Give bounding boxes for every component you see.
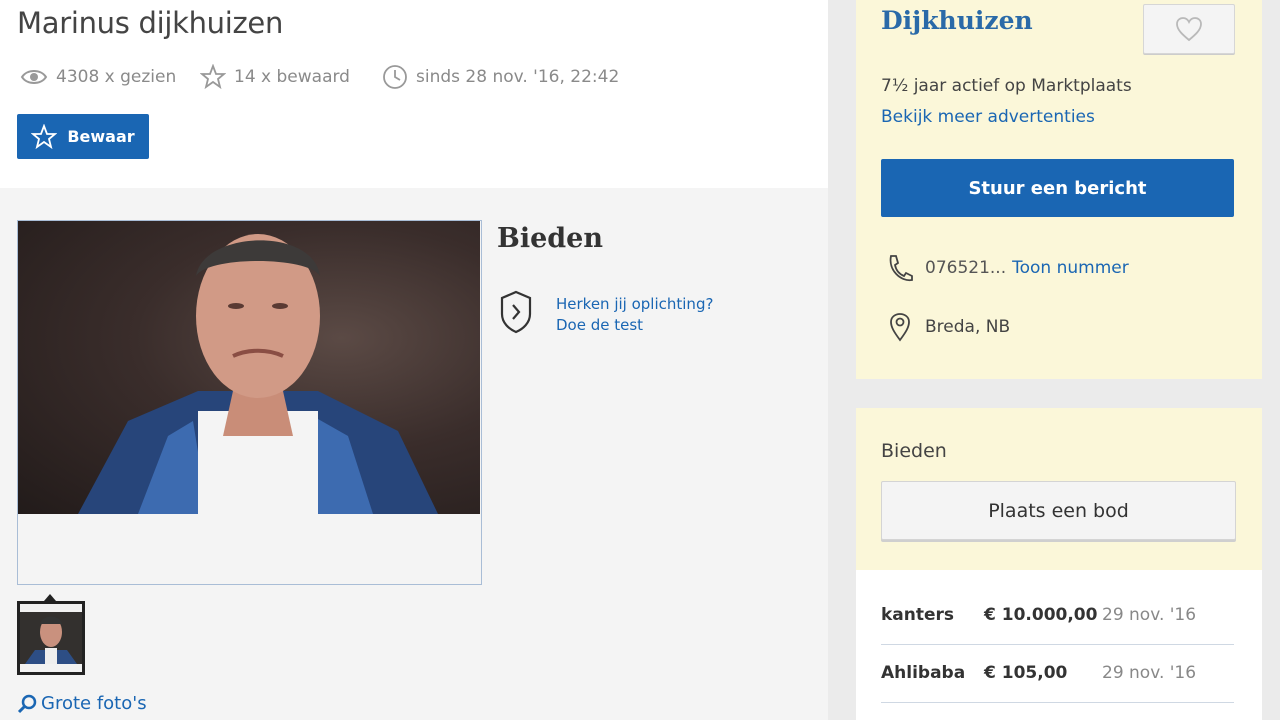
photo-portrait-illustration bbox=[78, 234, 438, 514]
bid-date: 29 nov. '16 bbox=[1102, 605, 1197, 625]
bid-row: kanters € 10.000,00 29 nov. '16 bbox=[881, 586, 1234, 645]
bid-amount: € 10.000,00 bbox=[984, 605, 1098, 625]
bid-date: 29 nov. '16 bbox=[1102, 663, 1197, 683]
phone-icon bbox=[889, 255, 913, 282]
heart-icon bbox=[1176, 17, 1202, 42]
thumbnail-portrait-illustration bbox=[20, 604, 82, 672]
star-icon bbox=[31, 123, 58, 149]
scam-test-line-1: Herken jij oplichting? bbox=[556, 295, 714, 313]
views-count: 4308 x gezien bbox=[56, 67, 177, 87]
bid-row: Ahlibaba € 105,00 29 nov. '16 bbox=[881, 644, 1234, 703]
save-button[interactable]: Bewaar bbox=[17, 114, 149, 159]
send-message-button[interactable]: Stuur een bericht bbox=[881, 159, 1234, 217]
location-text: Breda, NB bbox=[925, 317, 1011, 337]
location-pin-icon bbox=[890, 313, 910, 342]
posted-since: sinds 28 nov. '16, 22:42 bbox=[382, 62, 619, 92]
seller-name[interactable]: Dijkhuizen bbox=[881, 6, 1033, 35]
magnifier-icon bbox=[17, 694, 37, 713]
star-icon bbox=[200, 64, 226, 90]
seller-location: Breda, NB bbox=[889, 312, 1010, 342]
show-number-link[interactable]: Toon nummer bbox=[1012, 258, 1129, 278]
scam-test-line-2: Doe de test bbox=[556, 316, 644, 334]
photo-thumbnail[interactable] bbox=[17, 601, 85, 675]
listing-photo[interactable] bbox=[18, 221, 480, 514]
clock-icon bbox=[383, 65, 407, 89]
thumbnail-pointer bbox=[44, 594, 56, 601]
shield-icon bbox=[500, 290, 532, 334]
big-photos-link[interactable]: Grote foto's bbox=[17, 693, 147, 714]
more-ads-link[interactable]: Bekijk meer advertenties bbox=[881, 107, 1095, 127]
save-button-label: Bewaar bbox=[67, 127, 135, 146]
seller-active-years: 7½ jaar actief op Marktplaats bbox=[881, 76, 1132, 96]
saves-stat: 14 x bewaard bbox=[200, 62, 350, 92]
bidder-name: Ahlibaba bbox=[881, 663, 966, 683]
phone-row: 076521... Toon nummer bbox=[885, 253, 1129, 283]
favorite-seller-button[interactable] bbox=[1143, 4, 1235, 54]
saves-count: 14 x bewaard bbox=[234, 67, 350, 87]
bid-amount: € 105,00 bbox=[984, 663, 1068, 683]
scam-test-link[interactable]: Herken jij oplichting? Doe de test bbox=[556, 294, 713, 336]
posted-date: sinds 28 nov. '16, 22:42 bbox=[416, 67, 620, 87]
bidder-name: kanters bbox=[881, 605, 955, 625]
column-gutter bbox=[828, 0, 856, 720]
bid-section-heading: Bieden bbox=[497, 223, 603, 254]
phone-number-partial: 076521... bbox=[925, 258, 1007, 278]
eye-icon bbox=[20, 70, 48, 84]
views-stat: 4308 x gezien bbox=[20, 62, 176, 92]
bidding-heading: Bieden bbox=[881, 440, 947, 462]
place-bid-button[interactable]: Plaats een bod bbox=[881, 481, 1236, 540]
listing-title: Marinus dijkhuizen bbox=[17, 6, 284, 40]
big-photos-label: Grote foto's bbox=[41, 693, 147, 714]
